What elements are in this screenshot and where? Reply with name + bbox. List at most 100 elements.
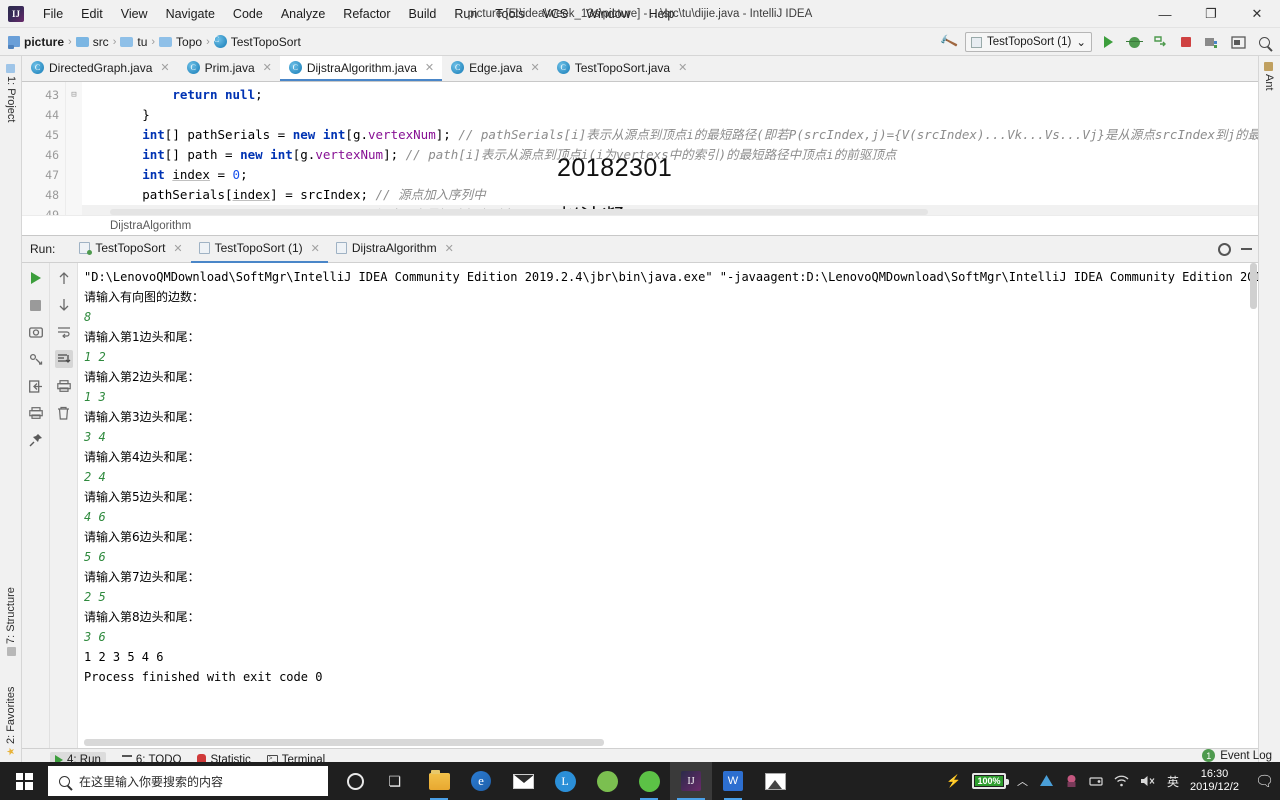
volume-mute-icon[interactable] — [1140, 775, 1156, 787]
close-button[interactable]: ✕ — [1234, 0, 1280, 28]
show-hidden-icons-chevron[interactable]: ︿ — [1017, 773, 1028, 789]
menu-help[interactable]: Help — [640, 3, 684, 25]
ime-indicator[interactable]: 英 — [1167, 773, 1179, 790]
camera-icon[interactable] — [27, 323, 45, 341]
down-arrow-icon[interactable] — [55, 296, 73, 314]
print-icon[interactable] — [27, 404, 45, 422]
tab-testtoposort[interactable]: C TestTopoSort.java ✕ — [548, 56, 696, 81]
wechat-icon[interactable] — [628, 762, 670, 800]
print-icon[interactable] — [55, 377, 73, 395]
tab-edge[interactable]: C Edge.java ✕ — [442, 56, 548, 81]
edge-browser-icon[interactable]: e — [460, 762, 502, 800]
breadcrumb-item-topo[interactable]: Topo — [159, 35, 202, 49]
code-line[interactable]: return null; — [82, 85, 1258, 105]
tab-prim[interactable]: C Prim.java ✕ — [178, 56, 280, 81]
stop-icon[interactable] — [27, 296, 45, 314]
network-adapter-icon[interactable] — [1089, 775, 1103, 787]
thread-dump-icon[interactable] — [27, 350, 45, 368]
sidebar-item-project[interactable]: 1: Project — [5, 64, 17, 122]
breadcrumb-item-testtoposort[interactable]: C TestTopoSort — [213, 35, 301, 49]
console-output[interactable]: "D:\LenovoQMDownload\SoftMgr\IntelliJ ID… — [78, 263, 1258, 748]
wifi-icon[interactable] — [1114, 775, 1129, 787]
file-explorer-icon[interactable] — [418, 762, 460, 800]
scroll-to-end-icon[interactable] — [54, 350, 73, 368]
close-icon[interactable]: ✕ — [311, 242, 320, 255]
run-icon[interactable] — [1098, 32, 1118, 52]
event-log-area[interactable]: 1 Event Log — [1202, 749, 1272, 762]
taskbar-search-input[interactable]: 在这里输入你要搜索的内容 — [48, 766, 328, 796]
menu-build[interactable]: Build — [400, 3, 446, 25]
tab-directedgraph[interactable]: C DirectedGraph.java ✕ — [22, 56, 178, 81]
start-button[interactable] — [0, 762, 48, 800]
sidebar-item-favorites[interactable]: ★ 2: Favorites — [5, 687, 17, 756]
cortana-icon[interactable] — [334, 762, 376, 800]
run-tab-testtoposort-1[interactable]: TestTopoSort (1) ✕ — [190, 236, 328, 263]
close-icon[interactable]: ✕ — [160, 61, 169, 74]
hammer-icon[interactable]: 🔨 — [939, 32, 959, 52]
layout-icon[interactable] — [1228, 32, 1248, 52]
menu-navigate[interactable]: Navigate — [157, 3, 224, 25]
rerun-icon[interactable] — [27, 269, 45, 287]
code-fold-column[interactable]: ⊟ — [66, 82, 82, 215]
menu-run[interactable]: Run — [445, 3, 486, 25]
android-studio-icon[interactable] — [586, 762, 628, 800]
minimize-button[interactable]: — — [1142, 0, 1188, 28]
close-icon[interactable]: ✕ — [425, 61, 434, 74]
trash-icon[interactable] — [55, 404, 73, 422]
breadcrumb-item-picture[interactable]: picture — [8, 35, 64, 49]
gear-icon[interactable] — [1218, 242, 1231, 256]
photos-icon[interactable] — [754, 762, 796, 800]
sidebar-item-ant[interactable]: Ant — [1263, 62, 1275, 91]
menu-refactor[interactable]: Refactor — [334, 3, 399, 25]
lenovo-icon[interactable]: L — [544, 762, 586, 800]
debug-icon[interactable] — [1124, 32, 1144, 52]
close-icon[interactable]: ✕ — [173, 242, 182, 255]
wps-office-icon[interactable]: W — [712, 762, 754, 800]
code-line[interactable]: pathSerials[index] = srcIndex; // 源点加入序列… — [82, 185, 1258, 205]
minimize-icon[interactable] — [1241, 248, 1252, 250]
fold-marker[interactable]: ⊟ — [66, 85, 82, 105]
onedrive-icon[interactable] — [1039, 774, 1054, 788]
menu-vcs[interactable]: VCS — [533, 3, 577, 25]
menu-window[interactable]: Window — [577, 3, 639, 25]
console-vertical-scrollbar[interactable] — [1250, 263, 1257, 309]
close-icon[interactable]: ✕ — [263, 61, 272, 74]
stop-icon[interactable] — [1176, 32, 1196, 52]
run-tab-testtoposort[interactable]: TestTopoSort ✕ — [71, 236, 190, 263]
run-configuration-selector[interactable]: TestTopoSort (1) ⌄ — [964, 32, 1092, 52]
maximize-button[interactable]: ❐ — [1188, 0, 1234, 28]
editor-horizontal-scrollbar[interactable] — [110, 209, 928, 215]
menu-tools[interactable]: Tools — [486, 3, 533, 25]
menu-analyze[interactable]: Analyze — [272, 3, 334, 25]
taskbar-clock[interactable]: 16:30 2019/12/2 — [1190, 768, 1239, 794]
code-editor[interactable]: 43 44 45 46 47 48 49 ⊟ return null; } int[] pa… — [22, 82, 1258, 215]
mail-icon[interactable] — [502, 762, 544, 800]
console-horizontal-scrollbar[interactable] — [84, 739, 604, 746]
close-icon[interactable]: ✕ — [678, 61, 687, 74]
close-icon[interactable]: ✕ — [445, 242, 454, 255]
menu-code[interactable]: Code — [224, 3, 272, 25]
battery-icon[interactable]: 100% — [972, 773, 1009, 789]
up-arrow-icon[interactable] — [55, 269, 73, 287]
code-line[interactable]: } — [82, 105, 1258, 125]
close-icon[interactable]: ✕ — [530, 61, 539, 74]
export-icon[interactable] — [27, 377, 45, 395]
notification-icon[interactable]: 🗨 — [1250, 772, 1274, 790]
sidebar-item-structure[interactable]: 7: Structure — [5, 587, 17, 656]
antivirus-icon[interactable] — [1065, 774, 1078, 788]
tab-dijstraalgorithm[interactable]: C DijstraAlgorithm.java ✕ — [279, 56, 443, 81]
run-with-coverage-icon[interactable] — [1150, 32, 1170, 52]
breadcrumb-item-src[interactable]: src — [75, 35, 109, 49]
soft-wrap-icon[interactable] — [55, 323, 73, 341]
task-view-icon[interactable]: ❏ — [376, 762, 418, 800]
intellij-idea-icon[interactable]: IJ — [670, 762, 712, 800]
pin-icon[interactable] — [27, 431, 45, 449]
menu-view[interactable]: View — [112, 3, 157, 25]
code-line[interactable]: int[] pathSerials = new int[g.vertexNum]… — [82, 125, 1258, 145]
search-everywhere-icon[interactable] — [1254, 32, 1274, 52]
project-structure-icon[interactable] — [1202, 32, 1222, 52]
breadcrumb-item-tu[interactable]: tu — [120, 35, 147, 49]
code-text-area[interactable]: return null; } int[] pathSerials = new i… — [82, 82, 1258, 215]
menu-file[interactable]: File — [34, 3, 72, 25]
menu-edit[interactable]: Edit — [72, 3, 112, 25]
